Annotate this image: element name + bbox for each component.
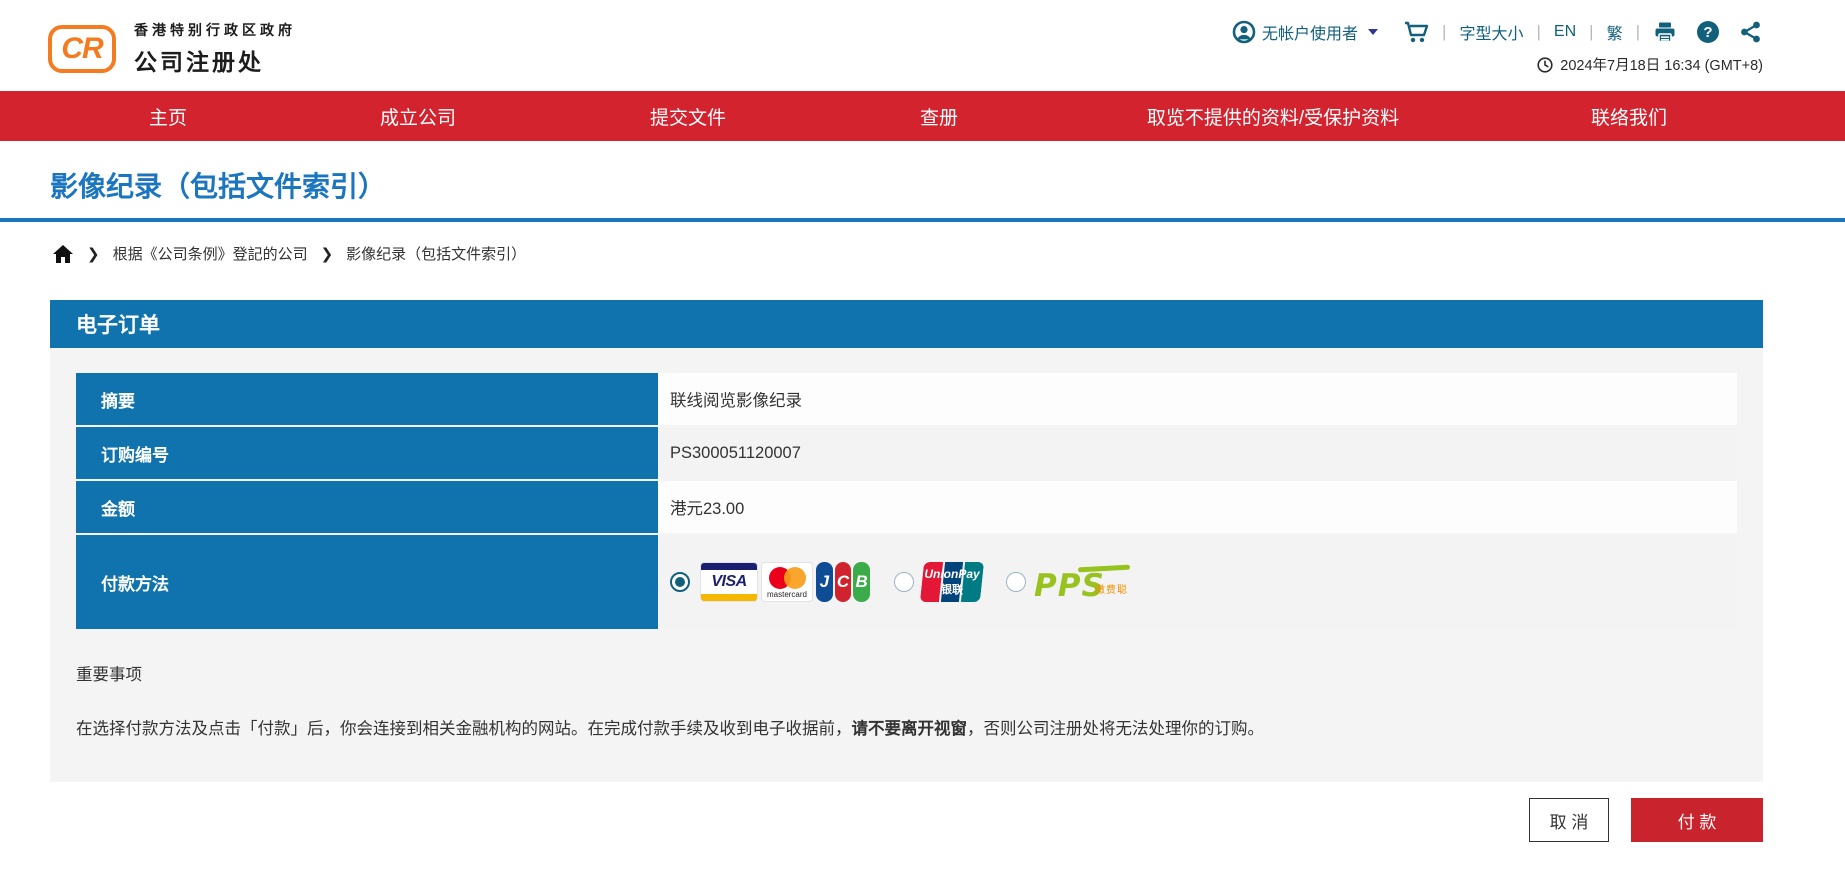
mastercard-logo: mastercard bbox=[761, 562, 813, 602]
visa-top-bar bbox=[701, 563, 757, 570]
row-value-summary: 联线阅览影像纪录 bbox=[658, 373, 1737, 425]
row-label-amount: 金额 bbox=[76, 481, 658, 533]
separator: | bbox=[1587, 22, 1595, 42]
row-value-payment-method: VISA mastercard J C B bbox=[658, 535, 1737, 629]
clock-icon bbox=[1537, 57, 1553, 73]
row-value-order-number: PS300051120007 bbox=[658, 427, 1737, 479]
payment-options: VISA mastercard J C B bbox=[670, 562, 1130, 602]
home-icon[interactable] bbox=[52, 244, 74, 264]
unionpay-logo: UnionPay 银联 bbox=[922, 562, 982, 602]
visa-wordmark: VISA bbox=[701, 574, 757, 590]
jcb-stripe-green: B bbox=[853, 562, 870, 602]
notes-bold: 请不要离开视窗 bbox=[852, 720, 968, 738]
credit-card-logos: VISA mastercard J C B bbox=[700, 562, 870, 602]
utility-row: 无帐户使用者 | 字型大小 | EN | bbox=[1232, 20, 1763, 44]
dept-name: 公司注册处 bbox=[134, 43, 296, 77]
header-utilities: 无帐户使用者 | 字型大小 | EN | bbox=[1232, 20, 1763, 75]
visa-logo: VISA bbox=[700, 562, 758, 602]
cart-icon[interactable] bbox=[1403, 20, 1429, 44]
lang-zh-label: 繁 bbox=[1607, 20, 1623, 44]
user-icon bbox=[1232, 20, 1256, 44]
unionpay-cn: 银联 bbox=[941, 581, 963, 597]
dept-titles: 香港特别行政区政府 公司注册处 bbox=[134, 20, 296, 77]
pay-button[interactable]: 付 款 bbox=[1631, 798, 1763, 842]
row-label-summary: 摘要 bbox=[76, 373, 658, 425]
row-value-amount: 港元23.00 bbox=[658, 481, 1737, 533]
title-divider bbox=[0, 218, 1845, 222]
nav-item-protected-info[interactable]: 取览不提供的资料/受保护资料 bbox=[1147, 91, 1399, 141]
separator: | bbox=[1440, 22, 1448, 42]
nav-item-contact[interactable]: 联络我们 bbox=[1591, 91, 1667, 141]
help-icon[interactable]: ? bbox=[1696, 20, 1720, 44]
separator: | bbox=[1534, 22, 1542, 42]
mastercard-orange-circle bbox=[784, 567, 806, 589]
nav-item-search[interactable]: 查册 bbox=[920, 91, 958, 141]
share-icon[interactable] bbox=[1739, 20, 1763, 44]
jcb-logo: J C B bbox=[816, 562, 870, 602]
pps-cn: 缴费聪 bbox=[1095, 581, 1128, 596]
row-label-order-number: 订购编号 bbox=[76, 427, 658, 479]
breadcrumb-separator: ❯ bbox=[87, 245, 100, 263]
user-label: 无帐户使用者 bbox=[1262, 20, 1358, 44]
order-table: 摘要 联线阅览影像纪录 订购编号 PS300051120007 金额 港元23.… bbox=[76, 373, 1737, 629]
chevron-down-icon bbox=[1368, 29, 1378, 35]
cr-logo-text: CR bbox=[61, 32, 102, 66]
jcb-stripe-red: C bbox=[835, 562, 852, 602]
panel-title: 电子订单 bbox=[50, 300, 1763, 348]
user-menu[interactable]: 无帐户使用者 bbox=[1232, 20, 1378, 44]
e-order-panel: 电子订单 摘要 联线阅览影像纪录 订购编号 PS300051120007 金额 … bbox=[50, 300, 1763, 782]
breadcrumb-separator: ❯ bbox=[321, 245, 334, 263]
top-header: CR 香港特别行政区政府 公司注册处 无帐户使用者 bbox=[0, 0, 1845, 91]
svg-text:?: ? bbox=[1703, 24, 1712, 41]
visa-bottom-bar bbox=[701, 594, 757, 601]
separator: | bbox=[1634, 22, 1642, 42]
font-size-label: 字型大小 bbox=[1459, 20, 1523, 44]
unionpay-en: UnionPay bbox=[924, 567, 979, 581]
radio-credit-card[interactable] bbox=[670, 572, 690, 592]
row-label-payment-method: 付款方法 bbox=[76, 535, 658, 629]
main-nav: 主页 成立公司 提交文件 查册 取览不提供的资料/受保护资料 联络我们 bbox=[0, 91, 1845, 141]
important-notes-text: 在选择付款方法及点击「付款」后，你会连接到相关金融机构的网站。在完成付款手续及收… bbox=[76, 717, 1737, 742]
logo-group[interactable]: CR 香港特别行政区政府 公司注册处 bbox=[48, 20, 296, 77]
action-buttons: 取 消 付 款 bbox=[1529, 798, 1763, 842]
datetime-row: 2024年7月18日 16:34 (GMT+8) bbox=[1232, 54, 1763, 75]
notes-part2: ，否则公司注册处将无法处理你的订购。 bbox=[967, 720, 1264, 738]
nav-item-incorporation[interactable]: 成立公司 bbox=[380, 91, 456, 141]
breadcrumb: ❯ 根据《公司条例》登記的公司 ❯ 影像纪录（包括文件索引） bbox=[52, 243, 526, 264]
radio-pps[interactable] bbox=[1006, 572, 1026, 592]
breadcrumb-registered-companies[interactable]: 根据《公司条例》登記的公司 bbox=[113, 243, 308, 264]
lang-en-link[interactable]: EN bbox=[1554, 23, 1576, 41]
radio-unionpay[interactable] bbox=[894, 572, 914, 592]
nav-item-home[interactable]: 主页 bbox=[149, 91, 187, 141]
unionpay-wordmark: UnionPay 银联 bbox=[922, 562, 982, 602]
print-icon[interactable] bbox=[1653, 20, 1677, 44]
jcb-stripe-blue: J bbox=[816, 562, 833, 602]
important-notes-heading: 重要事项 bbox=[76, 661, 1737, 685]
panel-body: 摘要 联线阅览影像纪录 订购编号 PS300051120007 金额 港元23.… bbox=[50, 348, 1763, 782]
font-size-control[interactable]: 字型大小 bbox=[1459, 20, 1523, 44]
page: CR 香港特别行政区政府 公司注册处 无帐户使用者 bbox=[0, 0, 1845, 879]
lang-en-label: EN bbox=[1554, 23, 1576, 41]
pps-logo: PPS 缴费聪 bbox=[1034, 562, 1130, 602]
gov-name: 香港特别行政区政府 bbox=[134, 20, 296, 40]
datetime-label: 2024年7月18日 16:34 (GMT+8) bbox=[1560, 54, 1763, 75]
page-title: 影像纪录（包括文件索引） bbox=[50, 165, 386, 205]
notes-part1: 在选择付款方法及点击「付款」后，你会连接到相关金融机构的网站。在完成付款手续及收… bbox=[76, 720, 852, 738]
cr-logo: CR bbox=[48, 25, 116, 73]
breadcrumb-current-page: 影像纪录（包括文件索引） bbox=[346, 243, 526, 264]
cancel-button[interactable]: 取 消 bbox=[1529, 798, 1609, 842]
lang-traditional-link[interactable]: 繁 bbox=[1607, 20, 1623, 44]
nav-item-filing[interactable]: 提交文件 bbox=[650, 91, 726, 141]
mastercard-wordmark: mastercard bbox=[762, 590, 812, 599]
